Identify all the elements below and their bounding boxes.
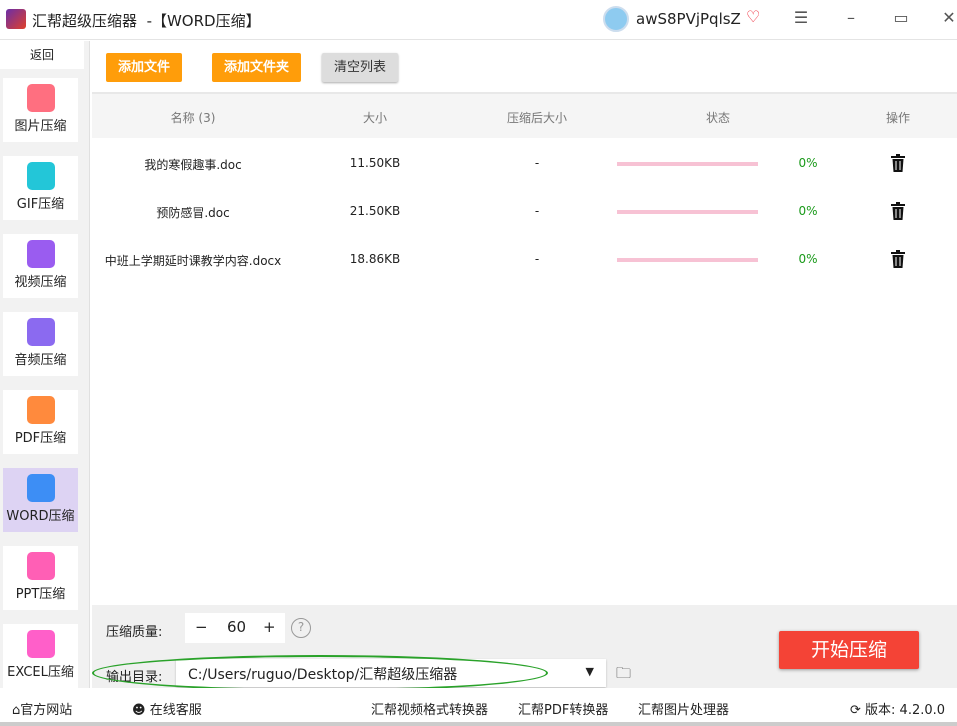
support-link[interactable]: ☻ 在线客服 [132,699,202,718]
pdf-converter-link[interactable]: 汇帮PDF转换器 [518,699,608,718]
quality-label: 压缩质量: [106,625,163,640]
sidebar-item-label: WORD压缩 [6,509,75,524]
file-list-panel: 添加文件 添加文件夹 清空列表 名称 (3) 大小 压缩后大小 状态 操作 我的… [92,41,957,605]
sidebar-item-6[interactable]: PPT压缩 [3,546,78,610]
progress-percent: 0% [798,252,818,266]
compressed-size: - [534,252,540,266]
sidebar-item-label: 图片压缩 [14,119,67,134]
sidebar-item-label: PDF压缩 [14,431,67,446]
help-icon[interactable]: ? [291,618,311,638]
maximize-icon[interactable]: ▭ [889,8,913,27]
refresh-icon: ⟳ [850,703,866,718]
sidebar-item-3[interactable]: 音频压缩 [3,312,78,376]
header-size: 大小 [362,111,388,125]
image-processor-link[interactable]: 汇帮图片处理器 [638,699,729,718]
table-row[interactable]: 预防感冒.doc 21.50KB - 0% [92,188,957,236]
sidebar-item-label: GIF压缩 [16,197,65,212]
highlight-ellipse [92,655,548,691]
nav-icon [26,552,55,580]
avatar[interactable] [603,6,629,32]
trash-icon[interactable] [890,154,906,172]
video-converter-link[interactable]: 汇帮视频格式转换器 [371,699,488,718]
progress-bar [617,210,758,214]
clear-list-button[interactable]: 清空列表 [322,53,399,82]
nav-icon [26,84,55,112]
file-size: 21.50KB [349,204,401,218]
file-size: 11.50KB [349,156,401,170]
file-size: 18.86KB [349,252,401,266]
close-icon[interactable]: ✕ [937,8,957,27]
start-compress-button[interactable]: 开始压缩 [779,631,919,669]
header-status: 状态 [705,111,731,125]
file-name: 中班上学期延时课教学内容.docx [104,254,282,268]
table-row[interactable]: 我的寒假趣事.doc 11.50KB - 0% [92,140,957,188]
nav-icon [26,240,55,268]
file-name: 预防感冒.doc [156,206,230,220]
table-header: 名称 (3) 大小 压缩后大小 状态 操作 [92,92,957,138]
file-name: 我的寒假趣事.doc [144,158,242,172]
quality-stepper[interactable]: − 60 + [185,613,285,643]
support-icon: ☻ [132,703,150,718]
app-logo-icon [6,9,26,29]
sidebar-item-label: EXCEL压缩 [7,665,74,680]
nav-icon [26,630,55,658]
add-file-button[interactable]: 添加文件 [106,53,183,82]
username[interactable]: awS8PVjPqlsZ [636,10,741,28]
decrease-button[interactable]: − [195,618,208,636]
folder-open-icon[interactable]: 🗀 [616,663,631,688]
add-folder-button[interactable]: 添加文件夹 [212,53,302,82]
version-info[interactable]: ⟳ 版本: 4.2.0.0 [850,699,945,718]
progress-percent: 0% [798,204,818,218]
version-label: 版本: 4.2.0.0 [865,703,946,718]
app-title: 汇帮超级压缩器 [32,12,138,30]
back-button[interactable]: 返回 [0,41,84,69]
sidebar-item-label: 视频压缩 [14,275,67,290]
sidebar-item-label: 音频压缩 [14,353,67,368]
sidebar-item-1[interactable]: GIF压缩 [3,156,78,220]
progress-bar [617,162,758,166]
compressed-size: - [534,204,540,218]
progress-percent: 0% [798,156,818,170]
title-bar: 汇帮超级压缩器 -【WORD压缩】 awS8PVjPqlsZ ♡ ☰ – ▭ ✕ [0,0,957,40]
website-link[interactable]: ⌂官方网站 [12,699,72,718]
nav-icon [26,162,55,190]
nav-icon [26,396,55,424]
sidebar: 返回 图片压缩 GIF压缩视频压缩音频压缩 PDF压缩 WORD压缩 PPT压缩 EXCE… [0,41,90,688]
sidebar-item-0[interactable]: 图片压缩 [3,78,78,142]
sidebar-item-7[interactable]: EXCEL压缩 [3,624,78,688]
progress-bar [617,258,758,262]
increase-button[interactable]: + [263,618,276,636]
trash-icon[interactable] [890,202,906,220]
trash-icon[interactable] [890,250,906,268]
support-label: 在线客服 [149,703,202,718]
nav-icon [26,474,55,502]
settings-panel: 压缩质量: − 60 + ? 输出目录: C:/Users/ruguo/Desk… [92,605,957,691]
nav-icon [26,318,55,346]
menu-icon[interactable]: ☰ [789,8,813,27]
footer: ⌂官方网站 ☻ 在线客服 汇帮视频格式转换器 汇帮PDF转换器 汇帮图片处理器 … [0,688,957,726]
sidebar-item-4[interactable]: PDF压缩 [3,390,78,454]
table-row[interactable]: 中班上学期延时课教学内容.docx 18.86KB - 0% [92,236,957,284]
chevron-down-icon[interactable]: ▼ [586,665,594,678]
vip-icon[interactable]: ♡ [746,7,760,26]
quality-value[interactable]: 60 [227,618,246,636]
sidebar-item-label: PPT压缩 [15,587,66,602]
sidebar-item-5[interactable]: WORD压缩 [3,468,78,532]
compressed-size: - [534,156,540,170]
header-actions: 操作 [885,111,911,125]
minimize-icon[interactable]: – [839,8,863,27]
header-name: 名称 (3) [170,111,216,125]
mode-title: -【WORD压缩】 [146,12,261,30]
website-label: 官方网站 [20,703,73,718]
sidebar-item-2[interactable]: 视频压缩 [3,234,78,298]
header-compressed-size: 压缩后大小 [506,111,568,125]
